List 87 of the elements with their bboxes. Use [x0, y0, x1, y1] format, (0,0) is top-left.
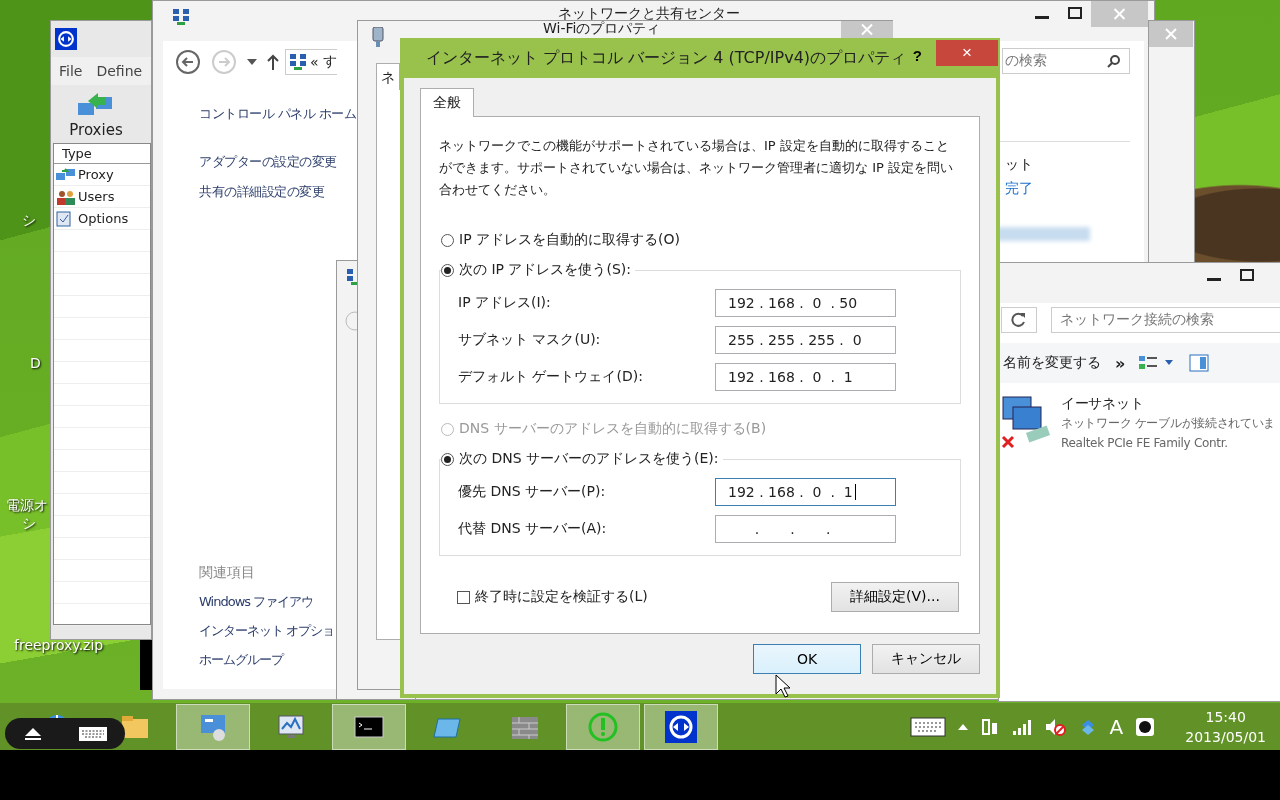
- taskbar-button[interactable]: [644, 703, 718, 750]
- nav-link[interactable]: 共有の詳細設定の変更: [199, 183, 324, 201]
- help-button[interactable]: ?: [906, 46, 928, 65]
- brick-wall-icon: [511, 716, 539, 739]
- radio-button[interactable]: [441, 233, 454, 247]
- advanced-button[interactable]: 詳細設定(V)...: [831, 582, 959, 612]
- field-label: サブネット マスク(U):: [458, 331, 601, 349]
- field-label: 優先 DNS サーバー(P):: [458, 483, 606, 501]
- tab[interactable]: ネ: [376, 63, 400, 90]
- status-link[interactable]: 完了: [1005, 180, 1033, 198]
- window-icon: [433, 718, 461, 737]
- nav-link[interactable]: コントロール パネル ホーム: [199, 105, 357, 123]
- list-item[interactable]: Options: [78, 211, 129, 226]
- search-field[interactable]: ネットワーク接続の検索: [1051, 307, 1280, 333]
- signal-icon[interactable]: [1011, 718, 1032, 735]
- computers-icon: [56, 166, 76, 183]
- ip-address-field[interactable]: 255 . 255 . 255 . 0: [715, 326, 896, 354]
- control-panel-icon: [201, 714, 225, 741]
- radio-button[interactable]: [441, 452, 454, 466]
- field-label: IP アドレス(I):: [458, 294, 551, 312]
- input-method-indicator[interactable]: A: [1109, 714, 1124, 739]
- plug-icon: [372, 27, 384, 47]
- adapter-name[interactable]: イーサネット: [1061, 393, 1276, 413]
- section-heading: 関連項目: [199, 564, 255, 582]
- alert-icon: [588, 712, 618, 741]
- address-bar[interactable]: « す: [285, 49, 337, 75]
- ip-address-field[interactable]: 192 . 168 . 0 . 50: [715, 289, 896, 317]
- view-options-icon[interactable]: [1139, 355, 1176, 371]
- users-icon: [56, 188, 76, 205]
- rename-command[interactable]: 名前を変更する: [1003, 354, 1101, 372]
- ip-address-field[interactable]: 192 . 168 . 0 . 1: [715, 478, 896, 506]
- network-icon: [290, 54, 306, 70]
- monitor-icon: [278, 715, 304, 738]
- preview-pane-icon[interactable]: [1189, 354, 1210, 372]
- window-title: ネットワークと共有センター: [558, 5, 740, 21]
- search-icon: [1107, 54, 1121, 68]
- proxies-button[interactable]: Proxies: [51, 85, 141, 143]
- option-label[interactable]: 次の IP アドレスを使う(S):: [459, 261, 631, 279]
- status-text: ット: [1005, 156, 1033, 174]
- up-arrow-icon[interactable]: [267, 54, 279, 70]
- related-link[interactable]: ホームグループ: [199, 651, 283, 669]
- field-label: デフォルト ゲートウェイ(D):: [458, 368, 643, 386]
- window-edge: [140, 640, 152, 690]
- radio-button[interactable]: [441, 263, 454, 277]
- dialog-title: インターネット プロトコル バージョン 4 (TCP/IPv4)のプロパティ: [426, 47, 907, 69]
- menu-item[interactable]: File: [59, 63, 83, 79]
- nav-link[interactable]: アダプターの設定の変更: [199, 153, 337, 171]
- taskbar-button[interactable]: [332, 703, 406, 750]
- clock-date[interactable]: 2013/05/01: [1185, 726, 1266, 747]
- related-link[interactable]: インターネット オプショ: [199, 622, 335, 640]
- adapter-device: Realtek PCIe FE Family Contr.: [1061, 435, 1229, 452]
- list-item[interactable]: Proxy: [78, 167, 114, 182]
- battery-icon[interactable]: [979, 716, 1000, 737]
- list-item[interactable]: Users: [78, 189, 115, 204]
- proxy-app-icon: [665, 710, 697, 743]
- description-text: ネットワークでこの機能がサポートされている場合は、IP 設定を自動的に取得することができます。サポートされていない場合は、ネットワーク管理者に適切な IP 設定を問い合わせてください。: [439, 137, 954, 199]
- dialog-button[interactable]: OK: [753, 644, 861, 674]
- option-label[interactable]: IP アドレスを自動的に取得する(O): [459, 231, 680, 249]
- ip-address-field[interactable]: 192 . 168 . 0 . 1: [715, 363, 896, 391]
- dialog-button[interactable]: キャンセル: [872, 644, 980, 674]
- refresh-button[interactable]: [1001, 307, 1037, 333]
- back-icon[interactable]: [175, 49, 201, 75]
- option-label[interactable]: 次の DNS サーバーのアドレスを使う(E):: [459, 450, 719, 468]
- keyboard-icon[interactable]: [78, 725, 108, 742]
- network-icon: [173, 9, 189, 25]
- window-title: Wi-Fiのプロパティ: [543, 20, 661, 38]
- folder-icon: [122, 715, 148, 738]
- eject-icon[interactable]: [22, 726, 44, 741]
- tab[interactable]: 全般: [420, 88, 474, 117]
- clock-time[interactable]: 15:40: [1205, 706, 1246, 727]
- adapter-status: ネットワーク ケーブルが接続されていま: [1061, 415, 1276, 432]
- keyboard-icon[interactable]: [909, 716, 946, 737]
- proxy-app-icon: [55, 28, 77, 50]
- power-icon[interactable]: [1135, 716, 1156, 737]
- close-button[interactable]: ×: [936, 40, 998, 66]
- maximize-button[interactable]: [1068, 7, 1082, 19]
- maximize-button[interactable]: [1240, 269, 1254, 281]
- field-label: 代替 DNS サーバー(A):: [458, 520, 607, 538]
- related-link[interactable]: Windows ファイアウ: [199, 593, 314, 611]
- desktop-icon-label[interactable]: シ: [22, 212, 36, 230]
- caret-icon[interactable]: [957, 723, 968, 730]
- dropdown-icon[interactable]: [247, 59, 257, 65]
- more-button[interactable]: »: [1115, 353, 1126, 373]
- search-field[interactable]: の検索: [1002, 48, 1130, 74]
- terminal-icon: [354, 716, 384, 737]
- menu-item[interactable]: Define: [96, 63, 143, 79]
- ip-address-field[interactable]: . . .: [715, 515, 896, 543]
